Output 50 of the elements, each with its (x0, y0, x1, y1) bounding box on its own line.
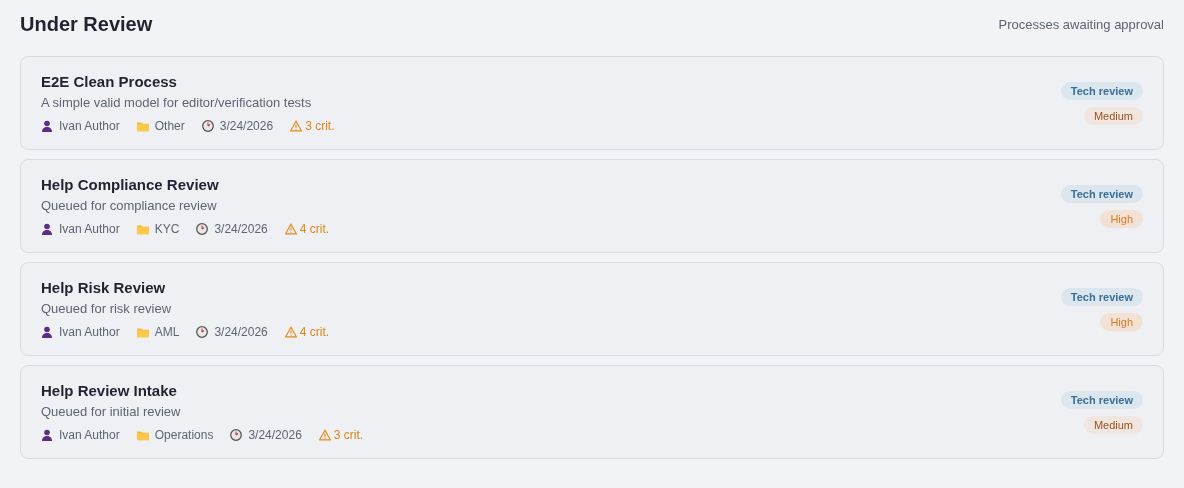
person-icon (41, 429, 53, 441)
clock-icon (196, 326, 209, 338)
author-name: Ivan Author (59, 325, 120, 339)
priority-badge: High (1100, 210, 1143, 228)
priority-badge: Medium (1083, 416, 1143, 434)
warning-icon (318, 429, 331, 441)
process-name: Help Risk Review (41, 279, 167, 298)
clock-icon (201, 120, 214, 132)
folder-icon (136, 429, 149, 441)
priority-badge: High (1100, 313, 1143, 331)
person-icon (41, 326, 53, 338)
person-icon (41, 120, 53, 132)
category-name: KYC (154, 222, 180, 236)
date: 3/24/2026 (219, 119, 274, 133)
critical-count: 3 crit. (333, 428, 364, 442)
date: 3/24/2026 (214, 222, 268, 236)
date: 3/24/2026 (248, 428, 302, 442)
person-icon (41, 223, 53, 235)
author-name: Ivan Author (59, 222, 120, 236)
stage-badge: Tech review (1060, 288, 1143, 306)
critical-count: 4 crit. (299, 222, 330, 236)
clock-icon (196, 223, 209, 235)
process-name: Help Review Intake (41, 382, 178, 401)
folder-icon (136, 326, 149, 338)
process-description: A simple valid model for editor/verification tests (41, 95, 313, 110)
warning-icon (284, 326, 297, 338)
process-name: Help Compliance Review (41, 176, 220, 195)
process-description: Queued for initial review (41, 404, 182, 419)
process-description: Queued for compliance review (41, 198, 218, 213)
critical-count: 4 crit. (299, 325, 330, 339)
folder-icon (136, 223, 149, 235)
warning-icon (284, 223, 297, 235)
stage-badge: Tech review (1060, 185, 1143, 203)
stage-badge: Tech review (1060, 82, 1143, 100)
stage-badge: Tech review (1060, 391, 1143, 409)
author-name: Ivan Author (59, 428, 120, 442)
folder-icon (136, 120, 149, 132)
priority-badge: Medium (1083, 107, 1143, 125)
clock-icon (230, 429, 243, 441)
process-description: Queued for risk review (41, 301, 173, 316)
date: 3/24/2026 (214, 325, 268, 339)
critical-count: 3 crit. (305, 119, 335, 133)
page-subtitle: Processes awaiting approval (998, 16, 1164, 32)
warning-icon (290, 120, 303, 132)
process-name: E2E Clean Process (41, 73, 178, 92)
author-name: Ivan Author (59, 119, 120, 133)
category-name: Other (154, 119, 185, 133)
category-name: Operations (154, 428, 214, 442)
page-title: Under Review (20, 12, 153, 36)
category-name: AML (154, 325, 180, 339)
